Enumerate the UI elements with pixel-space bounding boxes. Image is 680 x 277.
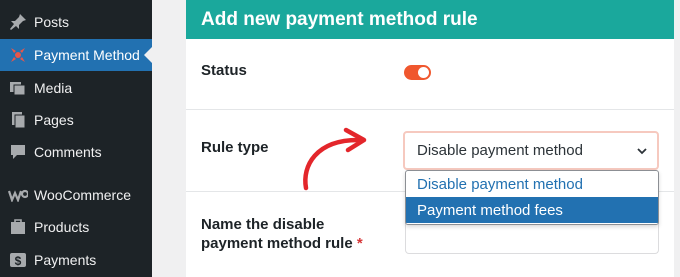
sidebar-item-woocommerce[interactable]: WooCommerce [0,179,152,211]
sidebar-item-label: Products [34,219,90,235]
media-icon [8,78,28,98]
sidebar-item-label: Payment Method [34,47,140,63]
status-label: Status [201,62,247,79]
svg-text:$: $ [15,254,22,268]
status-toggle[interactable] [404,65,431,80]
sidebar-item-label: Comments [34,144,102,160]
panel-title: Add new payment method rule [186,0,674,39]
rule-type-label: Rule type [201,139,269,156]
rule-name-input[interactable] [405,222,659,254]
woocommerce-icon [8,185,28,205]
sidebar-item-label: Payments [34,252,97,268]
sidebar-item-posts[interactable]: Posts [0,6,152,38]
payment-method-icon [8,45,28,65]
sidebar-item-media[interactable]: Media [0,72,152,104]
sidebar-item-comments[interactable]: Comments [0,136,152,168]
admin-sidebar: Posts Payment Method Media Pages Comment… [0,0,152,277]
sidebar-item-label: WooCommerce [34,187,131,203]
rule-type-options: Disable payment method Payment method fe… [405,170,659,225]
sidebar-item-label: Media [34,80,73,96]
rule-type-value: Disable payment method [417,142,583,159]
option-payment-method-fees[interactable]: Payment method fees [406,197,658,223]
pin-icon [8,12,28,32]
toggle-knob [418,67,429,78]
sidebar-item-label: Posts [34,14,70,30]
comments-icon [8,142,28,162]
sidebar-item-label: Pages [34,112,74,128]
payment-rule-panel: Add new payment method rule Status Rule … [186,0,674,277]
pages-icon [8,110,28,130]
rule-name-label-line1: Name the disable [201,216,325,233]
sidebar-item-pages[interactable]: Pages [0,104,152,136]
divider [186,109,674,110]
chevron-down-icon [637,148,647,155]
required-mark: * [356,235,363,252]
option-disable-payment-method[interactable]: Disable payment method [406,171,658,197]
sidebar-item-payment-method[interactable]: Payment Method [0,39,152,71]
rule-name-label: Name the disable payment method rule * [201,215,363,253]
rule-name-label-line2: payment method rule [201,235,353,252]
annotation-arrow [303,127,367,191]
products-icon [8,217,28,237]
sidebar-item-products[interactable]: Products [0,211,152,243]
sidebar-item-payments[interactable]: $ Payments [0,244,152,276]
rule-type-select[interactable]: Disable payment method [403,131,659,170]
payments-icon: $ [8,250,28,270]
